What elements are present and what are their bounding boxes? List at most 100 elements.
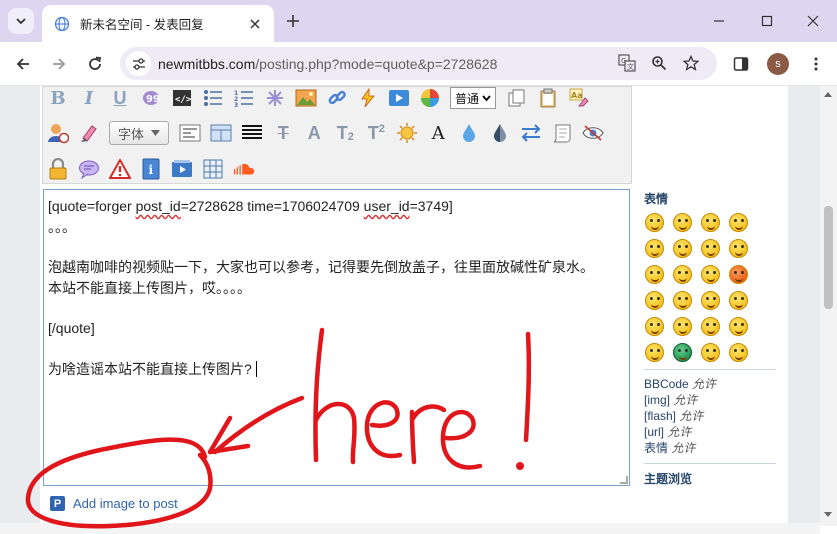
- image-icon[interactable]: [295, 87, 317, 109]
- remove-format-icon[interactable]: Aa: [568, 87, 590, 109]
- smiley-icon[interactable]: [701, 239, 720, 258]
- scroll-down-arrow[interactable]: [824, 512, 832, 517]
- browser-menu-button[interactable]: [803, 51, 829, 77]
- user-mention-icon[interactable]: [47, 122, 69, 144]
- hide-eye-icon[interactable]: [582, 122, 604, 144]
- message-textarea[interactable]: [quote=forger post_id=2728628 time=17060…: [43, 189, 630, 486]
- site-info-button[interactable]: [126, 51, 151, 76]
- forward-button[interactable]: [46, 51, 72, 77]
- smiley-icon[interactable]: [673, 291, 692, 310]
- media-player-icon[interactable]: [171, 158, 193, 180]
- tab-close-button[interactable]: [246, 15, 264, 33]
- smiley-icon[interactable]: [701, 291, 720, 310]
- quote-close-line: [/quote]: [48, 320, 95, 336]
- page-scrollbar[interactable]: [820, 86, 837, 526]
- side-panel-button[interactable]: [728, 51, 754, 77]
- drop-shadow-icon[interactable]: [489, 122, 511, 144]
- translate-button[interactable]: G文: [616, 52, 638, 74]
- video-icon[interactable]: [388, 87, 410, 109]
- page-bottom-strip: [0, 523, 820, 534]
- quote-icon[interactable]: 99: [140, 87, 162, 109]
- link-icon[interactable]: [326, 87, 348, 109]
- numbered-list-icon[interactable]: 123: [233, 87, 255, 109]
- maximize-button[interactable]: [754, 8, 780, 34]
- smiley-icon[interactable]: [645, 213, 664, 232]
- window-close-button[interactable]: [800, 8, 826, 34]
- plus-icon: [287, 15, 299, 27]
- table-icon[interactable]: [210, 122, 232, 144]
- smiley-icon[interactable]: [645, 291, 664, 310]
- smiley-icon[interactable]: [673, 239, 692, 258]
- smiley-icon[interactable]: [701, 213, 720, 232]
- browser-tab-active[interactable]: 新未名空间 - 发表回复: [42, 5, 274, 42]
- speech-bubble-icon[interactable]: [78, 158, 100, 180]
- warning-icon[interactable]: [109, 158, 131, 180]
- profile-avatar[interactable]: s: [767, 53, 789, 75]
- strikethrough-icon[interactable]: T: [272, 122, 294, 144]
- underline-icon[interactable]: U: [109, 87, 131, 109]
- font-size-select[interactable]: 普通: [450, 87, 497, 109]
- subscript-icon[interactable]: T2: [334, 122, 356, 144]
- lock-icon[interactable]: [47, 158, 69, 180]
- superscript-icon[interactable]: T2: [365, 122, 387, 144]
- smiley-icon[interactable]: [645, 239, 664, 258]
- side-panel-icon: [733, 57, 749, 71]
- smiley-icon[interactable]: [729, 239, 748, 258]
- smiley-icon[interactable]: [645, 265, 664, 284]
- code-icon[interactable]: </>: [171, 87, 193, 109]
- paste-icon[interactable]: [537, 87, 559, 109]
- smiley-icon[interactable]: [673, 213, 692, 232]
- grid-table-icon[interactable]: [202, 158, 224, 180]
- reload-button[interactable]: [82, 51, 108, 77]
- bookmark-button[interactable]: [680, 52, 702, 74]
- postimage-icon: P: [50, 496, 65, 511]
- textarea-resize-handle[interactable]: [620, 476, 628, 484]
- italic-icon[interactable]: I: [78, 87, 100, 109]
- drop-icon[interactable]: [458, 122, 480, 144]
- justify-icon[interactable]: [241, 122, 263, 144]
- smiley-icon[interactable]: [729, 343, 748, 362]
- scroll-icon[interactable]: [551, 122, 573, 144]
- bullet-list-icon[interactable]: [202, 87, 224, 109]
- back-button[interactable]: [10, 51, 36, 77]
- permission-url: [url] 允许: [644, 425, 692, 439]
- highlight-icon[interactable]: [78, 122, 100, 144]
- scroll-up-arrow[interactable]: [824, 92, 832, 97]
- smiley-icon[interactable]: [673, 343, 692, 362]
- permission-flash: [flash] 允许: [644, 409, 704, 423]
- color-icon[interactable]: [419, 87, 441, 109]
- glow-icon[interactable]: [396, 122, 418, 144]
- scrollbar-thumb[interactable]: [824, 206, 833, 309]
- smiley-icon[interactable]: [701, 343, 720, 362]
- add-image-to-post-button[interactable]: P Add image to post: [50, 496, 178, 511]
- swap-arrows-icon[interactable]: [520, 122, 542, 144]
- bold-icon[interactable]: B: [47, 87, 69, 109]
- flash-icon[interactable]: [357, 87, 379, 109]
- smiley-icon[interactable]: [673, 317, 692, 336]
- smiley-icon[interactable]: [701, 317, 720, 336]
- topic-review-link[interactable]: 主题浏览: [644, 470, 778, 487]
- smiley-icon[interactable]: [729, 213, 748, 232]
- font-family-button[interactable]: 字体: [109, 121, 170, 145]
- smiley-icon[interactable]: [729, 265, 748, 284]
- smiley-icon[interactable]: [729, 317, 748, 336]
- address-bar[interactable]: newmitbbs.com/posting.php?mode=quote&p=2…: [120, 47, 717, 80]
- smiley-icon[interactable]: [729, 291, 748, 310]
- smiley-icon[interactable]: [673, 265, 692, 284]
- shadow-text-icon[interactable]: A: [427, 122, 449, 144]
- tab-search-button[interactable]: [8, 8, 34, 34]
- smiley-icon[interactable]: [645, 343, 664, 362]
- spellcheck-user-id: user_id: [363, 198, 410, 214]
- soundcloud-icon[interactable]: [233, 158, 255, 180]
- zoom-button[interactable]: [648, 52, 670, 74]
- font-outline-icon[interactable]: A: [303, 122, 325, 144]
- list-item-icon[interactable]: [264, 87, 286, 109]
- info-icon[interactable]: i: [140, 158, 162, 180]
- align-left-icon[interactable]: [179, 122, 201, 144]
- smiley-icon[interactable]: [701, 265, 720, 284]
- new-tab-button[interactable]: [282, 10, 304, 32]
- smiley-icon[interactable]: [645, 317, 664, 336]
- copy-icon[interactable]: [506, 87, 528, 109]
- minimize-button[interactable]: [706, 8, 732, 34]
